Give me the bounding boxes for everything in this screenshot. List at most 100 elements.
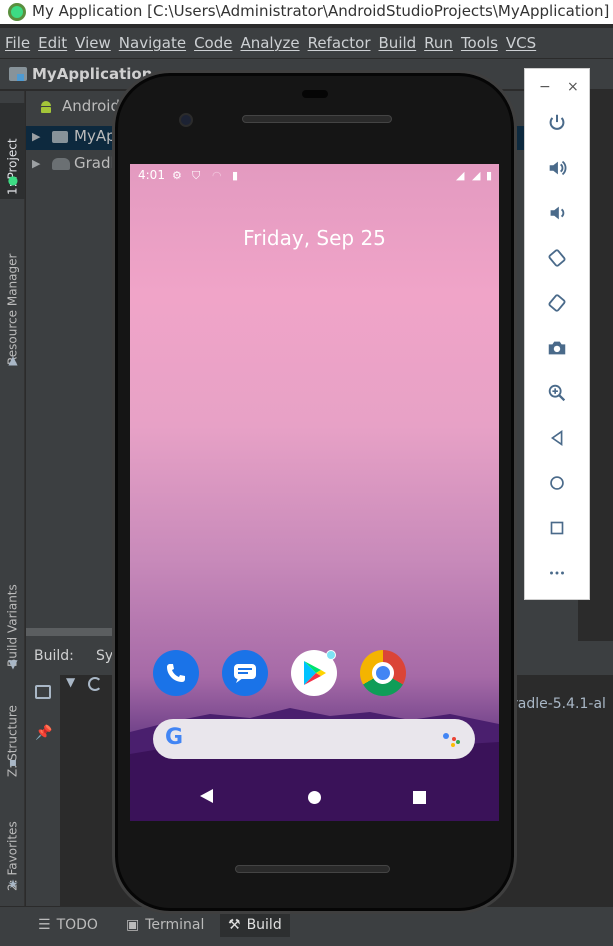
zoom-icon [548,384,566,402]
todo-list-icon: ☰ [38,917,51,933]
rotate-right-icon [548,294,566,312]
android-back-button[interactable] [200,789,213,803]
hammer-icon: ⚒ [228,917,241,933]
breadcrumb[interactable]: MyApplication [32,65,152,83]
project-folder-icon [9,67,27,81]
menu-code[interactable]: Code [193,34,239,52]
notification-dot [326,650,336,660]
tab-resource-manager[interactable]: Resource Manager [0,209,25,369]
volume-down-button[interactable] [525,195,589,231]
power-button[interactable] [525,105,589,141]
rotate-right-button[interactable] [525,285,589,321]
back-button[interactable] [525,420,589,456]
lockscreen-date: Friday, Sep 25 [243,226,386,250]
google-logo-icon: G [165,725,184,750]
android-icon: ● [7,173,19,187]
overview-square-icon [550,521,564,535]
build-tool-title: Build: [34,648,74,664]
emulator-device-frame: 4:01 ⚙ ⛉ ◠ ▮ ◢ ◢ ▮ Friday, Sep 25 G [112,70,517,914]
menu-file[interactable]: File [4,34,37,52]
back-triangle-icon [550,429,563,447]
camera-icon [548,341,566,355]
menu-navigate[interactable]: Navigate [118,34,193,52]
resource-manager-icon: ▲ [8,353,18,367]
favorites-star-icon: ★ [7,877,19,891]
android-home-button[interactable] [308,791,321,804]
tab-todo[interactable]: ☰ TODO [30,913,106,937]
tree-collapse-arrow-icon[interactable]: ▼ [66,675,75,689]
screenshot-button[interactable] [525,330,589,366]
folder-icon [52,131,68,143]
rerun-icon[interactable] [35,685,51,699]
emulator-screen[interactable]: 4:01 ⚙ ⛉ ◠ ▮ ◢ ◢ ▮ Friday, Sep 25 G [130,164,499,821]
chrome-app-icon[interactable] [360,650,406,696]
tab-build[interactable]: ⚒ Build [220,913,290,937]
pin-icon[interactable]: 📌 [35,725,52,741]
tree-item-label: MyAp [74,127,116,145]
menu-tools[interactable]: Tools [460,34,505,52]
messages-app-icon[interactable] [222,650,268,696]
sync-spinner-icon [88,677,102,691]
window-title: My Application [C:\Users\Administrator\A… [32,2,610,20]
menu-refactor[interactable]: Refactor [307,34,378,52]
build-tool-sidebar: 📌 [26,675,60,906]
tree-expand-arrow-icon[interactable]: ▶ [32,130,40,143]
sd-card-icon: ▮ [232,169,239,182]
emulator-close-button[interactable]: × [567,79,579,95]
menu-run[interactable]: Run [423,34,460,52]
tab-terminal-label: Terminal [145,917,205,933]
android-robot-icon [41,101,51,113]
home-button[interactable] [525,465,589,501]
volume-up-button[interactable] [525,150,589,186]
gradle-elephant-icon [52,158,70,170]
more-dots-icon [550,571,564,575]
tab-build-label: Build [246,917,282,933]
project-view-label: Android [62,97,120,115]
tab-terminal[interactable]: ▣ Terminal [118,913,212,937]
structure-icon: ▪ [8,755,18,769]
tab-build-variants-label: Build Variants [5,584,20,667]
build-output-text: radle-5.4.1-al [512,696,606,712]
google-search-bar[interactable]: G [153,719,475,759]
proximity-sensor [302,90,328,98]
left-tool-strip: 1: Project ● Resource Manager ▲ Build Va… [0,91,25,906]
bottom-speaker-grille [235,865,390,873]
menu-view[interactable]: View [74,34,118,52]
top-speaker-grille [242,115,392,123]
google-assistant-icon[interactable] [441,731,461,749]
tab-sync[interactable]: Sy [96,648,113,664]
menu-edit[interactable]: Edit [37,34,74,52]
volume-up-icon [549,160,567,176]
android-status-bar: 4:01 ⚙ ⛉ ◠ ▮ ◢ ◢ ▮ [130,164,499,186]
emulator-minimize-button[interactable]: − [539,79,551,95]
menu-analyze[interactable]: Analyze [239,34,306,52]
rotate-left-button[interactable] [525,240,589,276]
home-circle-icon [550,476,564,490]
horizontal-scrollbar[interactable] [26,628,116,636]
android-recents-button[interactable] [413,791,426,804]
front-camera [179,113,193,127]
menu-bar: File Edit View Navigate Code Analyze Ref… [0,28,613,58]
settings-gear-icon: ⚙ [172,169,182,182]
wifi-icon: ◢ [456,169,465,182]
phone-app-icon[interactable] [153,650,199,696]
build-variants-icon: ▼ [8,657,18,671]
tab-todo-label: TODO [56,917,98,933]
status-clock: 4:01 [138,168,165,182]
android-studio-logo-icon [8,3,26,21]
menu-vcs[interactable]: VCS [505,34,543,52]
window-title-bar: My Application [C:\Users\Administrator\A… [0,0,613,24]
rotate-left-icon [548,249,566,267]
tab-resource-manager-label: Resource Manager [5,253,20,365]
shield-icon: ⛉ [192,169,201,182]
tree-item-label: Gradl [74,154,115,172]
power-icon [549,114,565,130]
overview-button[interactable] [525,510,589,546]
menu-build[interactable]: Build [378,34,424,52]
tab-build-variants[interactable]: Build Variants [0,521,25,671]
terminal-icon: ▣ [126,917,140,933]
tree-expand-arrow-icon[interactable]: ▶ [32,157,40,170]
battery-icon: ▮ [486,169,493,182]
zoom-button[interactable] [525,375,589,411]
more-button[interactable] [525,555,589,591]
